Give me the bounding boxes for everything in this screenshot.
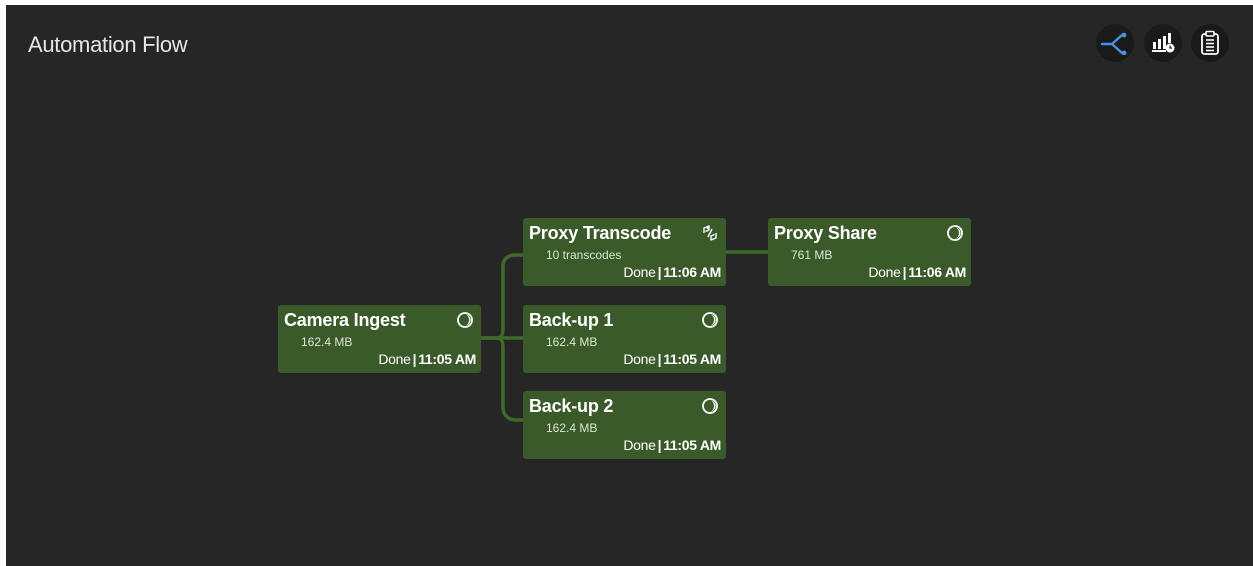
status-separator: |	[657, 264, 662, 280]
node-title: Back-up 2	[529, 396, 614, 416]
node-status: Done | 11:05 AM	[623, 352, 721, 366]
status-text: Done	[378, 351, 411, 367]
status-time: 11:06 AM	[908, 264, 966, 280]
clipboard-list-icon	[1201, 30, 1219, 55]
node-detail: 162.4 MB	[546, 335, 598, 349]
node-backup-2[interactable]: Back-up 2 162.4 MB Done | 11:05 AM	[523, 391, 726, 459]
log-button[interactable]	[1191, 24, 1229, 62]
status-text: Done	[623, 437, 656, 453]
status-separator: |	[902, 264, 907, 280]
status-separator: |	[657, 437, 662, 453]
node-detail: 10 transcodes	[546, 248, 622, 262]
edge-ingest-to-backup-2	[481, 336, 523, 422]
status-separator: |	[412, 351, 417, 367]
flow-view-button[interactable]	[1096, 24, 1134, 62]
progress-ring-icon	[947, 225, 963, 241]
node-status: Done | 11:06 AM	[623, 265, 721, 279]
node-title: Proxy Transcode	[529, 223, 672, 243]
node-camera-ingest[interactable]: Camera Ingest 162.4 MB Done | 11:05 AM	[278, 305, 481, 373]
status-text: Done	[623, 351, 656, 367]
node-backup-1[interactable]: Back-up 1 162.4 MB Done | 11:05 AM	[523, 305, 726, 373]
node-title: Back-up 1	[529, 310, 614, 330]
edge-ingest-to-transcode	[481, 253, 523, 340]
node-proxy-transcode[interactable]: Proxy Transcode 10 transcodes Done | 11:06…	[523, 218, 726, 286]
status-text: Done	[623, 264, 656, 280]
node-detail: 162.4 MB	[301, 335, 353, 349]
flow-branch-icon	[1100, 32, 1127, 55]
status-time: 11:05 AM	[663, 351, 721, 367]
page-title: Automation Flow	[28, 32, 188, 57]
node-proxy-share[interactable]: Proxy Share 761 MB Done | 11:06 AM	[768, 218, 971, 286]
statistics-button[interactable]	[1144, 24, 1182, 62]
progress-ring-icon	[702, 312, 718, 328]
node-detail: 162.4 MB	[546, 421, 598, 435]
node-title: Proxy Share	[774, 223, 877, 243]
progress-ring-icon	[702, 398, 718, 414]
status-separator: |	[657, 351, 662, 367]
transcode-icon	[703, 225, 717, 241]
bar-chart-clock-icon	[1152, 33, 1175, 53]
automation-flow-window: Automation Flow Camera Ingest 162.4 MB D…	[6, 5, 1253, 566]
node-status: Done | 11:05 AM	[623, 438, 721, 452]
status-text: Done	[868, 264, 901, 280]
status-time: 11:05 AM	[663, 437, 721, 453]
node-detail: 761 MB	[791, 248, 833, 262]
progress-ring-icon	[457, 312, 473, 328]
node-status: Done | 11:05 AM	[378, 352, 476, 366]
node-title: Camera Ingest	[284, 310, 406, 330]
status-time: 11:06 AM	[663, 264, 721, 280]
status-time: 11:05 AM	[418, 351, 476, 367]
node-status: Done | 11:06 AM	[868, 265, 966, 279]
